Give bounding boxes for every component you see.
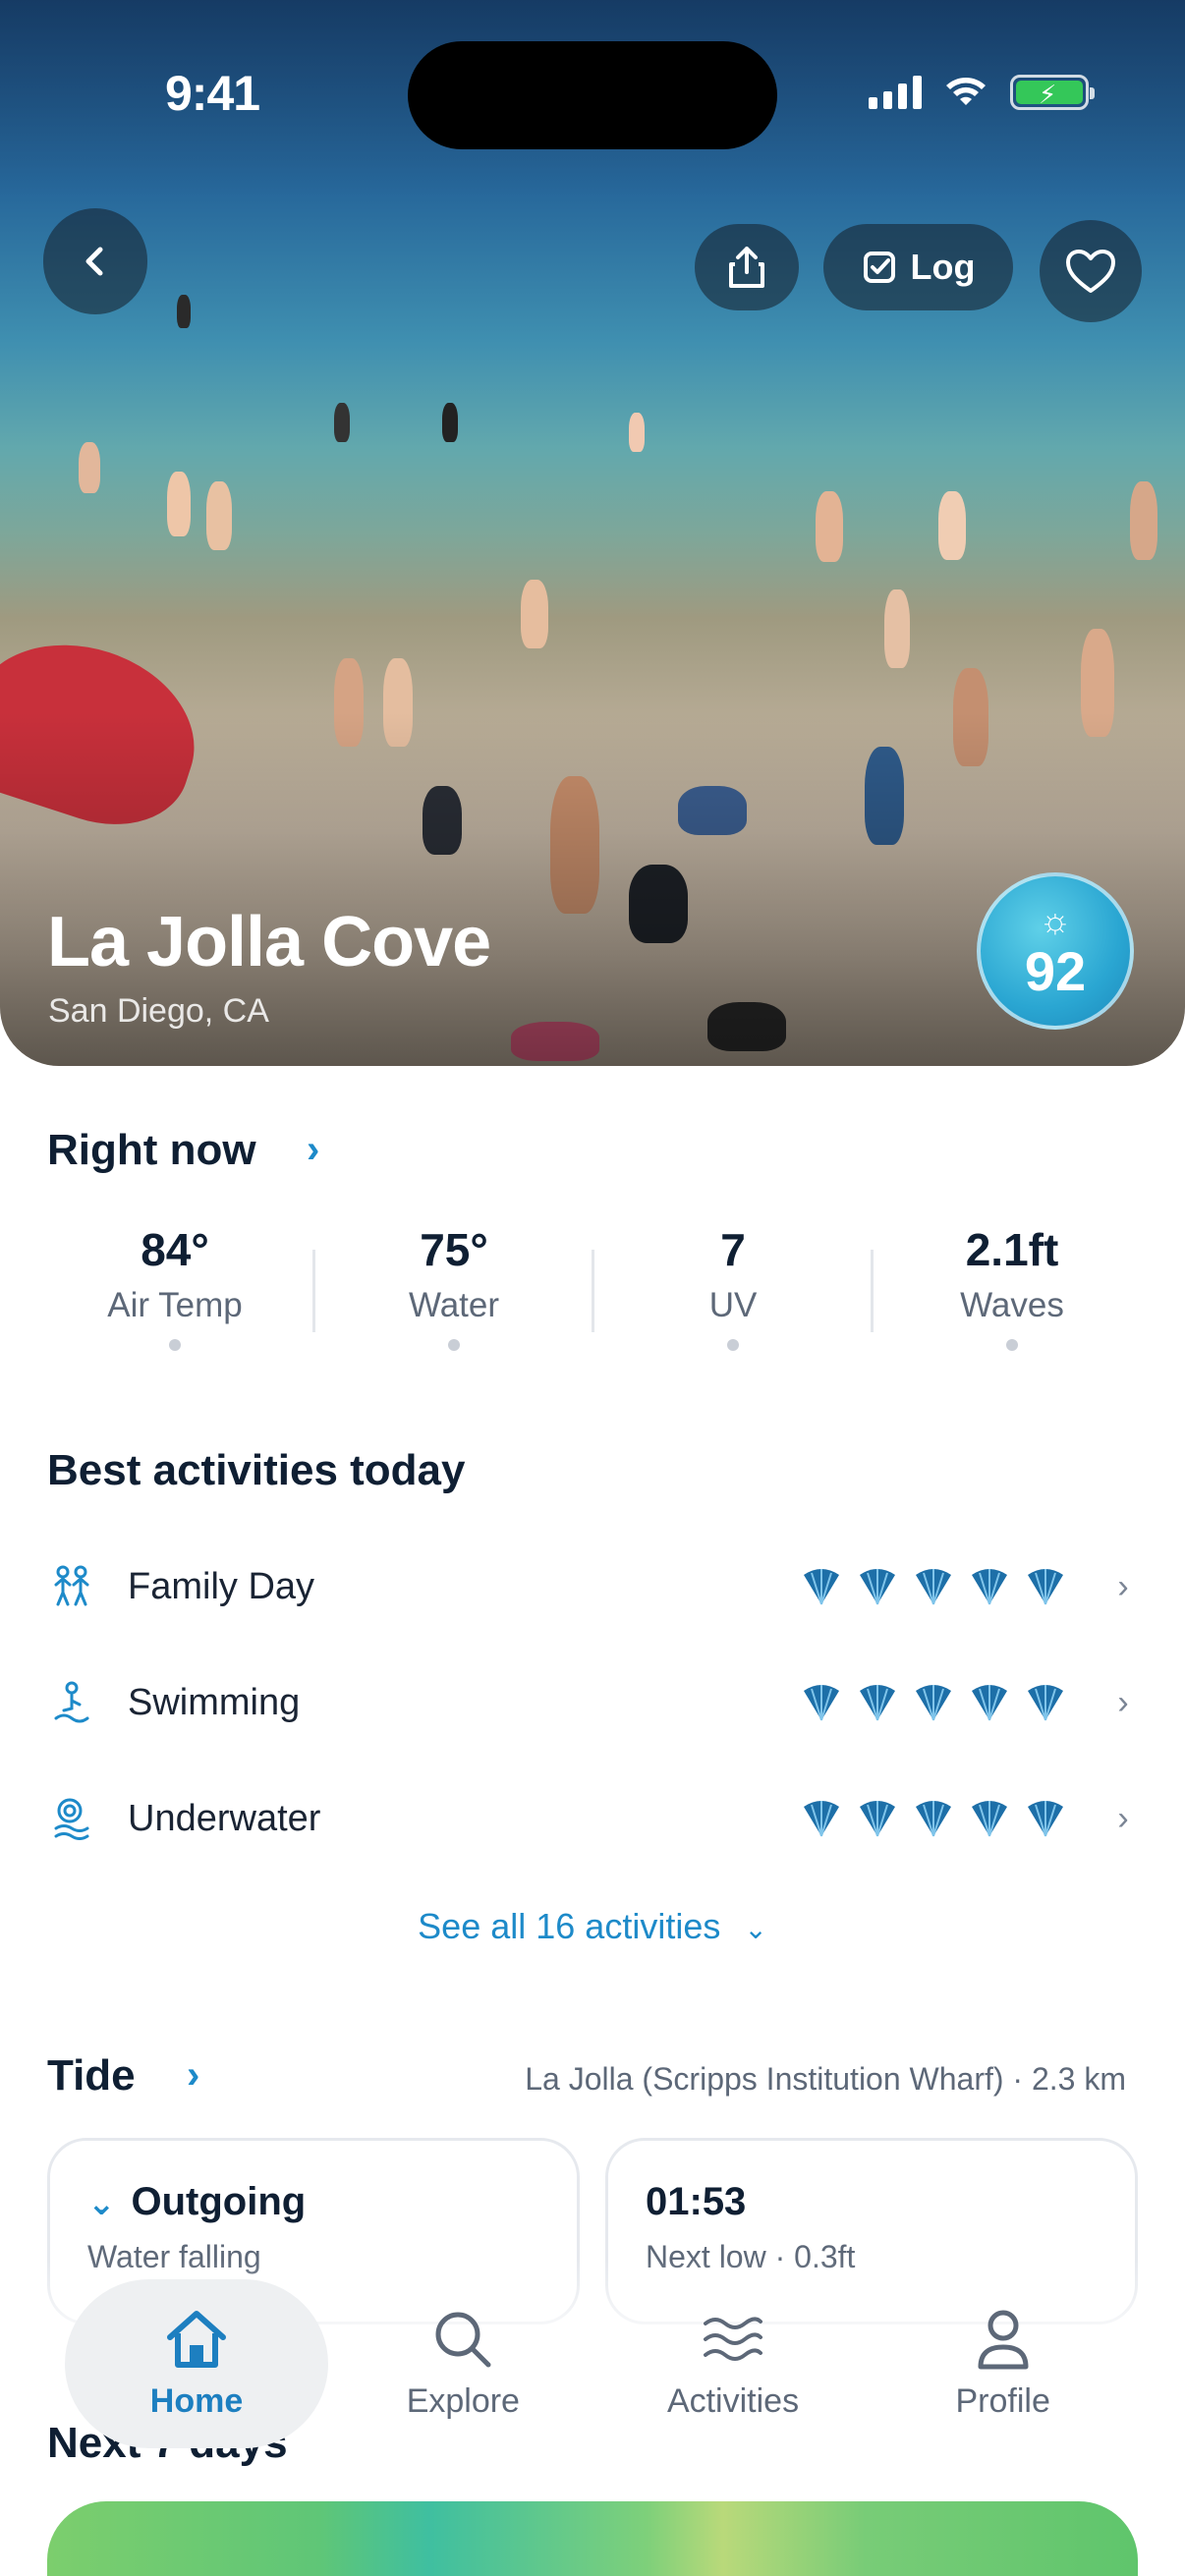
shell-icon [860, 1569, 895, 1605]
chevron-right-icon: › [1117, 1683, 1129, 1721]
chevron-left-icon [85, 247, 103, 276]
shell-icon [860, 1801, 895, 1837]
divider [592, 1250, 594, 1332]
activity-row-family-day[interactable]: Family Day › [47, 1542, 1138, 1631]
activity-label: Swimming [128, 1681, 301, 1723]
nav-label: Home [149, 2381, 244, 2420]
search-icon [428, 2308, 497, 2371]
waves-icon [699, 2308, 767, 2371]
back-button[interactable] [43, 208, 147, 314]
shell-icon [860, 1685, 895, 1721]
share-button[interactable] [695, 224, 799, 310]
status-icons: ⚡ [869, 75, 1095, 110]
nav-home[interactable]: Home [65, 2279, 328, 2448]
next-low-time: 01:53 [646, 2180, 747, 2223]
status-time: 9:41 [165, 66, 260, 121]
chevron-right-icon: › [1117, 1799, 1129, 1837]
page-dot [727, 1339, 739, 1351]
activities-title: Best activities today [47, 1446, 466, 1494]
page-dot [1006, 1339, 1018, 1351]
tide-chevron-icon[interactable]: › [187, 2053, 199, 2098]
bottom-nav: Home Explore Activities Profile [47, 2279, 1138, 2448]
activity-label: Family Day [128, 1565, 315, 1607]
favorite-button[interactable] [1040, 220, 1142, 322]
activity-row-swimming[interactable]: Swimming › [47, 1658, 1138, 1747]
snorkel-icon [47, 1794, 96, 1843]
right-now-chevron-icon[interactable]: › [307, 1128, 319, 1172]
shell-icon [804, 1569, 839, 1605]
divider [312, 1250, 315, 1332]
nav-label: Activities [666, 2381, 800, 2420]
stat-waves[interactable]: 2.1ft Waves [873, 1223, 1152, 1361]
beach-title: La Jolla Cove [47, 903, 491, 981]
stat-value: 2.1ft [965, 1224, 1059, 1275]
shell-icon [1028, 1569, 1063, 1605]
sun-icon: ☼ [1039, 900, 1072, 940]
stat-value: 75° [420, 1224, 488, 1275]
nav-activities[interactable]: Activities [598, 2279, 869, 2448]
nav-profile[interactable]: Profile [868, 2279, 1138, 2448]
see-all-label: See all 16 activities [418, 1906, 721, 1946]
beach-score-badge[interactable]: ☼ 92 [977, 872, 1134, 1030]
battery-icon: ⚡ [1010, 75, 1095, 110]
tide-status: ⌄ Outgoing [87, 2180, 306, 2224]
shell-icon [972, 1569, 1007, 1605]
wifi-icon [946, 78, 986, 105]
chevron-right-icon: › [1117, 1567, 1129, 1605]
stat-label: Air Temp [107, 1286, 243, 1324]
stat-label: Waves [960, 1286, 1064, 1324]
family-icon [47, 1562, 96, 1611]
tide-status-label: Outgoing [131, 2180, 307, 2223]
rating-shells [798, 1683, 1069, 1722]
swimmer-icon [47, 1678, 96, 1727]
shell-icon [804, 1685, 839, 1721]
cellular-signal-icon [869, 76, 922, 109]
log-label: Log [910, 247, 976, 287]
shell-icon [1028, 1685, 1063, 1721]
stat-air-temp[interactable]: 84° Air Temp [35, 1223, 314, 1361]
right-now-title[interactable]: Right now [47, 1126, 256, 1175]
stat-value: 7 [720, 1224, 746, 1275]
stat-label: Water [408, 1286, 500, 1324]
page-dot [448, 1339, 460, 1351]
page-dot [169, 1339, 181, 1351]
share-icon [729, 247, 764, 288]
tide-station[interactable]: La Jolla (Scripps Institution Wharf) · 2… [525, 2061, 1126, 2098]
dynamic-island [408, 41, 777, 149]
shell-icon [1028, 1801, 1063, 1837]
shell-icon [916, 1685, 951, 1721]
nav-label: Explore [406, 2381, 520, 2420]
shell-icon [916, 1801, 951, 1837]
log-button[interactable]: Log [823, 224, 1013, 310]
stat-water[interactable]: 75° Water [314, 1223, 593, 1361]
beach-location: San Diego, CA [48, 992, 269, 1030]
divider [871, 1250, 874, 1332]
stat-uv[interactable]: 7 UV [593, 1223, 873, 1361]
nav-label: Profile [955, 2381, 1050, 2420]
rating-shells [798, 1567, 1069, 1606]
heart-icon [1066, 250, 1115, 293]
see-all-activities-link[interactable]: See all 16 activities ⌄ [0, 1906, 1185, 1947]
beach-score: 92 [1024, 940, 1087, 1002]
shell-icon [972, 1685, 1007, 1721]
tide-title[interactable]: Tide [47, 2051, 136, 2100]
chevron-down-icon: ⌄ [744, 1914, 767, 1944]
shell-icon [916, 1569, 951, 1605]
activity-label: Underwater [128, 1797, 321, 1839]
stat-value: 84° [141, 1224, 209, 1275]
shell-icon [804, 1801, 839, 1837]
person-icon [969, 2308, 1038, 2371]
shell-icon [972, 1801, 1007, 1837]
chevron-down-icon: ⌄ [87, 2185, 116, 2222]
activity-row-underwater[interactable]: Underwater › [47, 1774, 1138, 1863]
nav-explore[interactable]: Explore [328, 2279, 598, 2448]
checkbox-edit-icon [863, 252, 895, 283]
forecast-card[interactable] [47, 2501, 1138, 2576]
stat-label: UV [708, 1286, 758, 1324]
home-icon [162, 2308, 231, 2371]
rating-shells [798, 1799, 1069, 1838]
